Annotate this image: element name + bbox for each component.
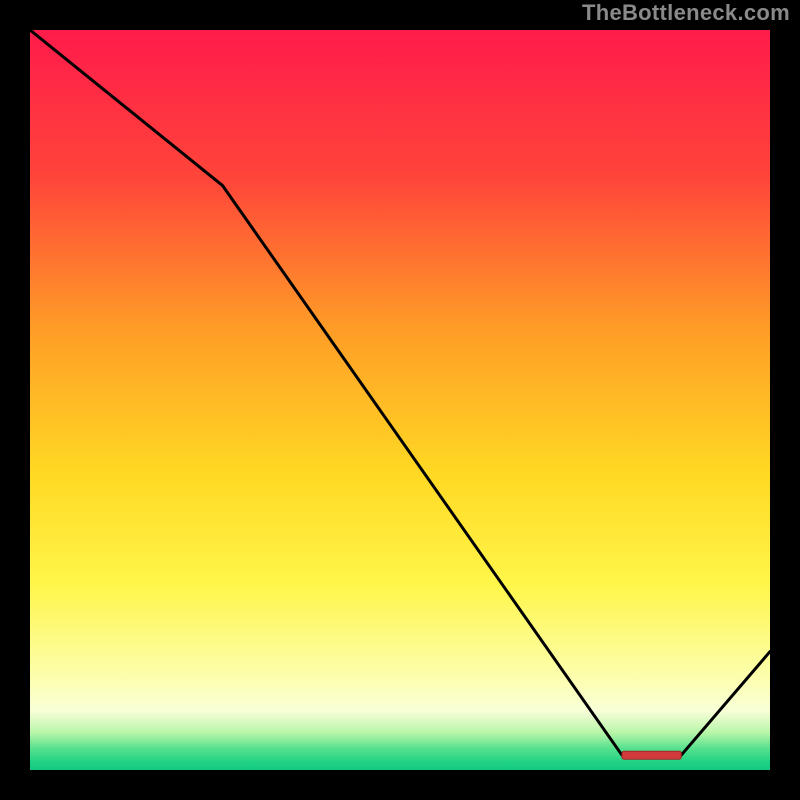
chart-frame: TheBottleneck.com — [0, 0, 800, 800]
optimal-range-marker — [622, 751, 681, 759]
bottleneck-chart — [30, 30, 770, 770]
gradient-background — [30, 30, 770, 770]
watermark-text: TheBottleneck.com — [582, 0, 790, 26]
